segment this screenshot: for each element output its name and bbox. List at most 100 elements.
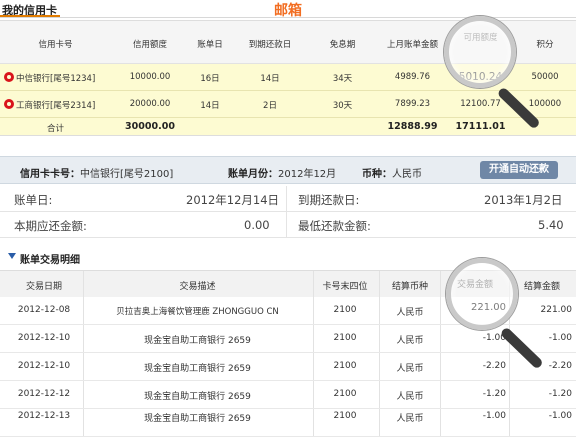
card-info-bar: 信用卡卡号：中信银行[尾号2100] 账单月份：2012年12月 币种：人民币 … <box>0 156 576 184</box>
tx-amount: -2.20 <box>482 361 506 371</box>
bill-info-row: 账单日: 2012年12月14日 到期还款日: 2013年1月2日 <box>0 186 576 212</box>
divider <box>440 409 441 436</box>
divider <box>313 353 314 380</box>
tx-card-last4: 2100 <box>333 389 357 399</box>
tx-date: 2012-12-10 <box>17 333 71 343</box>
currency-value: 人民币 <box>392 169 422 180</box>
divider <box>379 409 380 436</box>
tx-settle-amount: -1.00 <box>548 411 572 421</box>
points-cell: 50000 <box>531 72 559 82</box>
min-payment-label: 最低还款金额: <box>298 219 371 233</box>
tx-description: 贝拉吉奥上海餐饮管理鹿 ZHONGGUO CN <box>116 307 279 317</box>
divider <box>313 297 314 324</box>
transaction-row[interactable]: 2012-12-13 现金宝自助工商银行 2659 2100 人民币 -1.00… <box>0 409 576 437</box>
divider <box>83 381 84 408</box>
tx-card-last4: 2100 <box>333 411 357 421</box>
bill-month-group: 账单月份：2012年12月 <box>228 165 336 180</box>
bill-month-value: 2012年12月 <box>278 169 337 180</box>
last-bill-cell: 7899.23 <box>394 99 431 109</box>
bill-date-value: 2012年12月14日 <box>186 193 280 207</box>
summary-total-row: 合计 30000.00 12888.99 17111.01 <box>0 118 576 136</box>
total-last-bill: 12888.99 <box>387 121 438 132</box>
divider <box>313 325 314 352</box>
col-header-due-day: 到期还款日 <box>248 40 292 50</box>
divider <box>83 409 84 436</box>
due-amount-label: 本期应还金额: <box>14 219 87 233</box>
due-date-label: 到期还款日: <box>298 193 360 207</box>
tx-date: 2012-12-10 <box>17 361 71 371</box>
divider <box>83 297 84 324</box>
tx-currency: 人民币 <box>396 392 424 402</box>
currency-group: 币种：人民币 <box>362 165 422 180</box>
tx-currency: 人民币 <box>396 336 424 346</box>
divider <box>379 297 380 324</box>
divider <box>379 325 380 352</box>
tx-amount: -1.00 <box>482 411 506 421</box>
citic-bank-logo-icon <box>4 72 14 82</box>
transaction-row[interactable]: 2012-12-12 现金宝自助工商银行 2659 2100 人民币 -1.20… <box>0 381 576 409</box>
auto-repay-button[interactable]: 开通自动还款 <box>480 161 558 179</box>
card-number-label: 信用卡卡号： <box>20 169 80 180</box>
magnifier-icon <box>444 16 516 88</box>
tx-settle-amount: -1.20 <box>548 389 572 399</box>
divider <box>509 409 510 436</box>
divider <box>83 353 84 380</box>
limit-cell: 10000.00 <box>129 72 171 82</box>
col-header-currency: 结算币种 <box>391 282 428 292</box>
tx-card-last4: 2100 <box>333 361 357 371</box>
col-header-settle-amount: 结算金额 <box>523 282 560 292</box>
divider <box>379 271 380 297</box>
divider <box>313 381 314 408</box>
card-name-cell: 工商银行[尾号2314] <box>4 99 114 111</box>
tx-currency: 人民币 <box>396 414 424 424</box>
tx-settle-amount: 221.00 <box>540 305 573 315</box>
card-number-value: 中信银行[尾号2100] <box>80 169 174 180</box>
divider <box>440 297 441 324</box>
points-cell: 100000 <box>528 99 562 109</box>
divider <box>313 271 314 297</box>
divider <box>440 271 441 297</box>
total-available: 17111.01 <box>455 121 506 132</box>
divider <box>440 325 441 352</box>
col-header-bill-day: 账单日 <box>197 40 223 50</box>
due-day-cell: 2日 <box>263 101 277 111</box>
tx-description: 现金宝自助工商银行 2659 <box>144 414 251 424</box>
due-day-cell: 14日 <box>260 74 280 84</box>
total-label: 合计 <box>46 124 64 134</box>
divider <box>379 381 380 408</box>
divider <box>440 381 441 408</box>
min-payment-value: 5.40 <box>538 218 564 232</box>
tx-description: 现金宝自助工商银行 2659 <box>144 364 251 374</box>
tx-date: 2012-12-12 <box>17 389 71 399</box>
tx-description: 现金宝自助工商银行 2659 <box>144 336 251 346</box>
tx-card-last4: 2100 <box>333 305 357 315</box>
transactions-title: 账单交易明细 <box>20 255 80 266</box>
icbc-bank-logo-icon <box>4 99 14 109</box>
col-header-date: 交易日期 <box>25 282 62 292</box>
bill-month-label: 账单月份： <box>228 169 278 180</box>
col-header-points: 积分 <box>536 40 554 50</box>
bill-day-cell: 14日 <box>200 101 220 111</box>
divider <box>286 186 287 211</box>
tx-currency: 人民币 <box>396 308 424 318</box>
free-period-cell: 30天 <box>332 101 353 111</box>
limit-cell: 20000.00 <box>129 99 171 109</box>
email-badge[interactable]: 邮箱 <box>274 0 302 20</box>
col-header-description: 交易描述 <box>179 282 216 292</box>
divider <box>83 271 84 297</box>
due-amount-value: 0.00 <box>244 218 270 232</box>
magnifier-icon <box>446 258 518 330</box>
total-limit: 30000.00 <box>125 121 175 132</box>
divider <box>379 353 380 380</box>
divider <box>83 325 84 352</box>
tx-description: 现金宝自助工商银行 2659 <box>144 392 251 402</box>
col-header-card: 信用卡号 <box>38 40 73 50</box>
summary-row[interactable]: 工商银行[尾号2314] 20000.00 14日 2日 30天 7899.23… <box>0 91 576 118</box>
due-date-value: 2013年1月2日 <box>484 193 563 207</box>
divider <box>440 353 441 380</box>
tx-amount: -1.20 <box>482 389 506 399</box>
bill-date-label: 账单日: <box>14 193 53 207</box>
divider <box>286 212 287 237</box>
transaction-row[interactable]: 2012-12-10 现金宝自助工商银行 2659 2100 人民币 -2.20… <box>0 353 576 381</box>
col-header-last-bill: 上月账单金额 <box>386 40 438 50</box>
